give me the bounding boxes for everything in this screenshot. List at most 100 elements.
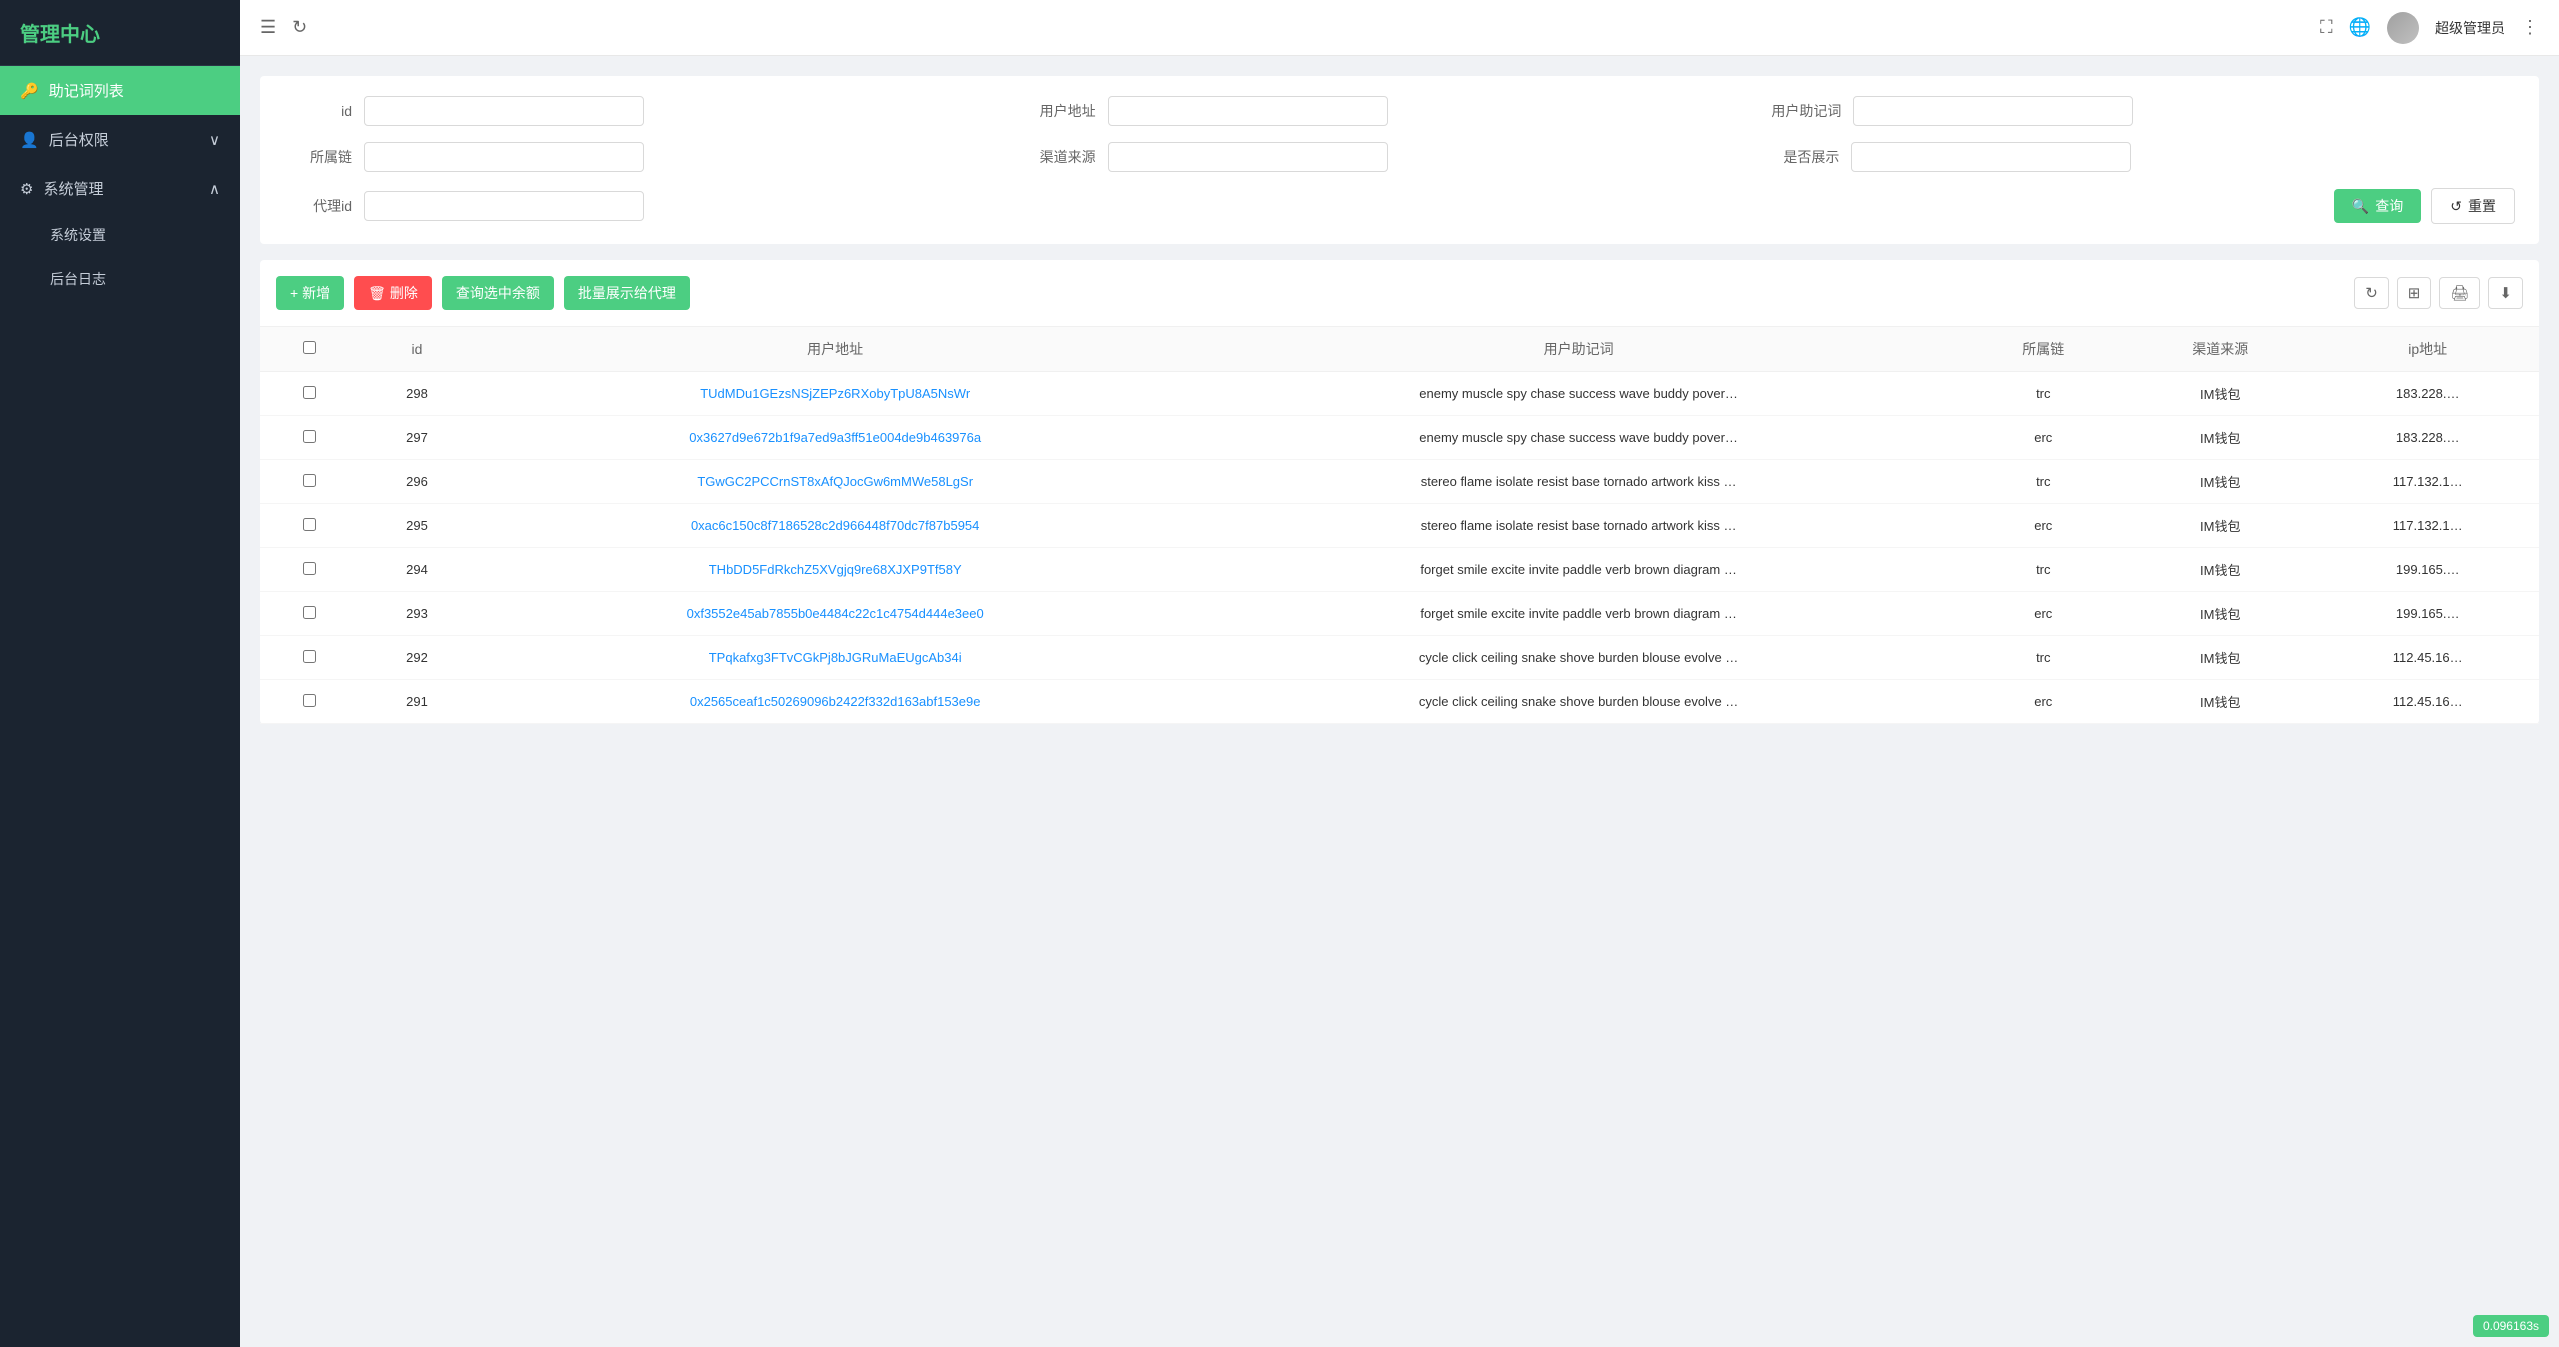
sidebar-item-mnemonic-list[interactable]: 🔑 助记词列表 bbox=[0, 66, 240, 115]
cell-id: 296 bbox=[358, 460, 475, 504]
filter-panel: id 用户地址 用户助记词 所属链 渠道来源 bbox=[260, 76, 2539, 244]
filter-item-user-address: 用户地址 bbox=[1028, 96, 1772, 126]
cell-id: 297 bbox=[358, 416, 475, 460]
address-link[interactable]: 0x3627d9e672b1f9a7ed9a3ff51e004de9b46397… bbox=[689, 430, 981, 445]
menu-toggle-icon[interactable]: ☰ bbox=[260, 17, 276, 38]
cell-checkbox[interactable] bbox=[260, 372, 358, 416]
address-link[interactable]: TUdMDu1GEzsNSjZEPz6RXobyTpU8A5NsWr bbox=[700, 386, 970, 401]
filter-input-id[interactable] bbox=[364, 96, 644, 126]
cell-chain: erc bbox=[1962, 680, 2124, 724]
reset-icon: ↺ bbox=[2450, 198, 2462, 215]
address-link[interactable]: 0xac6c150c8f7186528c2d966448f70dc7f87b59… bbox=[691, 518, 979, 533]
cell-ip: 112.45.16… bbox=[2316, 680, 2539, 724]
key-icon: 🔑 bbox=[20, 82, 39, 100]
sidebar-item-system-management[interactable]: ⚙ 系统管理 ∧ bbox=[0, 164, 240, 213]
cell-mnemonic: forget smile excite invite paddle verb b… bbox=[1195, 548, 1963, 592]
cell-checkbox[interactable] bbox=[260, 636, 358, 680]
cell-address[interactable]: 0xac6c150c8f7186528c2d966448f70dc7f87b59… bbox=[476, 504, 1195, 548]
address-link[interactable]: TGwGC2PCCrnST8xAfQJocGw6mMWe58LgSr bbox=[697, 474, 973, 489]
cell-ip: 183.228.… bbox=[2316, 416, 2539, 460]
search-icon: 🔍 bbox=[2352, 198, 2369, 215]
more-options-icon[interactable]: ⋮ bbox=[2521, 17, 2539, 38]
cell-address[interactable]: 0x3627d9e672b1f9a7ed9a3ff51e004de9b46397… bbox=[476, 416, 1195, 460]
fullscreen-icon[interactable]: ⛶ bbox=[2320, 17, 2333, 38]
cell-ip: 199.165.… bbox=[2316, 592, 2539, 636]
content-area: id 用户地址 用户助记词 所属链 渠道来源 bbox=[240, 56, 2559, 1347]
cell-checkbox[interactable] bbox=[260, 504, 358, 548]
filter-item-agent-id: 代理id bbox=[284, 191, 2324, 221]
table-row: 295 0xac6c150c8f7186528c2d966448f70dc7f8… bbox=[260, 504, 2539, 548]
cell-id: 293 bbox=[358, 592, 475, 636]
cell-address[interactable]: 0x2565ceaf1c50269096b2422f332d163abf153e… bbox=[476, 680, 1195, 724]
cell-mnemonic: enemy muscle spy chase success wave budd… bbox=[1195, 372, 1963, 416]
filter-item-id: id bbox=[284, 96, 1028, 126]
batch-show-button[interactable]: 批量展示给代理 bbox=[564, 276, 690, 310]
cell-chain: erc bbox=[1962, 416, 2124, 460]
filter-item-show-flag: 是否展示 bbox=[1771, 142, 2515, 172]
chevron-up-icon: ∧ bbox=[209, 180, 220, 198]
sidebar-sub-item-system-settings[interactable]: 系统设置 bbox=[0, 213, 240, 257]
delete-button[interactable]: 🗑 删除 bbox=[354, 276, 432, 310]
address-link[interactable]: TPqkafxg3FTvCGkPj8bJGRuMaEUgcAb34i bbox=[709, 650, 962, 665]
address-link[interactable]: THbDD5FdRkchZ5XVgjq9re68XJXP9Tf58Y bbox=[709, 562, 962, 577]
col-channel: 渠道来源 bbox=[2124, 327, 2316, 372]
table-panel: + 新增 🗑 删除 查询选中余额 批量展示给代理 ↻ ⊞ 🖨 ⬇ bbox=[260, 260, 2539, 724]
globe-icon[interactable]: 🌐 bbox=[2349, 17, 2371, 38]
sidebar-logo: 管理中心 bbox=[0, 0, 240, 66]
filter-row-3: 代理id 🔍 查询 ↺ 重置 bbox=[284, 188, 2515, 224]
filter-row-2: 所属链 渠道来源 是否展示 bbox=[284, 142, 2515, 172]
avatar bbox=[2387, 12, 2419, 44]
table-row: 296 TGwGC2PCCrnST8xAfQJocGw6mMWe58LgSr s… bbox=[260, 460, 2539, 504]
cell-channel: IM钱包 bbox=[2124, 416, 2316, 460]
address-link[interactable]: 0xf3552e45ab7855b0e4484c22c1c4754d444e3e… bbox=[687, 606, 984, 621]
cell-mnemonic: stereo flame isolate resist base tornado… bbox=[1195, 460, 1963, 504]
query-balance-button[interactable]: 查询选中余额 bbox=[442, 276, 554, 310]
cell-ip: 117.132.1… bbox=[2316, 504, 2539, 548]
cell-id: 292 bbox=[358, 636, 475, 680]
cell-address[interactable]: THbDD5FdRkchZ5XVgjq9re68XJXP9Tf58Y bbox=[476, 548, 1195, 592]
cell-id: 298 bbox=[358, 372, 475, 416]
add-button[interactable]: + 新增 bbox=[276, 276, 344, 310]
filter-label-show-flag: 是否展示 bbox=[1771, 147, 1851, 167]
cell-checkbox[interactable] bbox=[260, 548, 358, 592]
filter-input-agent-id[interactable] bbox=[364, 191, 644, 221]
sidebar-sub-item-backend-log[interactable]: 后台日志 bbox=[0, 257, 240, 301]
cell-checkbox[interactable] bbox=[260, 680, 358, 724]
admin-name: 超级管理员 bbox=[2435, 18, 2505, 38]
cell-id: 291 bbox=[358, 680, 475, 724]
table-body: 298 TUdMDu1GEzsNSjZEPz6RXobyTpU8A5NsWr e… bbox=[260, 372, 2539, 724]
filter-label-user-address: 用户地址 bbox=[1028, 101, 1108, 121]
refresh-table-icon[interactable]: ↻ bbox=[2354, 277, 2389, 309]
filter-input-user-mnemonic[interactable] bbox=[1853, 96, 2133, 126]
bottom-bar: 0.096163s bbox=[2473, 1315, 2549, 1337]
cell-checkbox[interactable] bbox=[260, 592, 358, 636]
cell-checkbox[interactable] bbox=[260, 416, 358, 460]
table-row: 297 0x3627d9e672b1f9a7ed9a3ff51e004de9b4… bbox=[260, 416, 2539, 460]
select-all-checkbox[interactable] bbox=[303, 341, 316, 354]
sidebar-item-backend-permissions[interactable]: 👤 后台权限 ∨ bbox=[0, 115, 240, 164]
reset-button[interactable]: ↺ 重置 bbox=[2431, 188, 2515, 224]
filter-label-chain: 所属链 bbox=[284, 147, 364, 167]
cell-address[interactable]: TGwGC2PCCrnST8xAfQJocGw6mMWe58LgSr bbox=[476, 460, 1195, 504]
address-link[interactable]: 0x2565ceaf1c50269096b2422f332d163abf153e… bbox=[690, 694, 981, 709]
col-user-address: 用户地址 bbox=[476, 327, 1195, 372]
print-icon[interactable]: 🖨 bbox=[2439, 277, 2480, 309]
filter-input-chain[interactable] bbox=[364, 142, 644, 172]
cell-address[interactable]: 0xf3552e45ab7855b0e4484c22c1c4754d444e3e… bbox=[476, 592, 1195, 636]
layout-icon[interactable]: ⊞ bbox=[2397, 277, 2432, 309]
export-icon[interactable]: ⬇ bbox=[2488, 277, 2523, 309]
cell-chain: trc bbox=[1962, 636, 2124, 680]
query-button[interactable]: 🔍 查询 bbox=[2334, 189, 2421, 223]
cell-mnemonic: cycle click ceiling snake shove burden b… bbox=[1195, 680, 1963, 724]
refresh-icon[interactable]: ↻ bbox=[292, 17, 307, 38]
cell-address[interactable]: TPqkafxg3FTvCGkPj8bJGRuMaEUgcAb34i bbox=[476, 636, 1195, 680]
table-row: 294 THbDD5FdRkchZ5XVgjq9re68XJXP9Tf58Y f… bbox=[260, 548, 2539, 592]
cell-mnemonic: stereo flame isolate resist base tornado… bbox=[1195, 504, 1963, 548]
cell-address[interactable]: TUdMDu1GEzsNSjZEPz6RXobyTpU8A5NsWr bbox=[476, 372, 1195, 416]
chevron-down-icon: ∨ bbox=[209, 131, 220, 149]
filter-input-show-flag[interactable] bbox=[1851, 142, 2131, 172]
cell-checkbox[interactable] bbox=[260, 460, 358, 504]
cell-ip: 183.228.… bbox=[2316, 372, 2539, 416]
filter-input-user-address[interactable] bbox=[1108, 96, 1388, 126]
filter-input-channel[interactable] bbox=[1108, 142, 1388, 172]
